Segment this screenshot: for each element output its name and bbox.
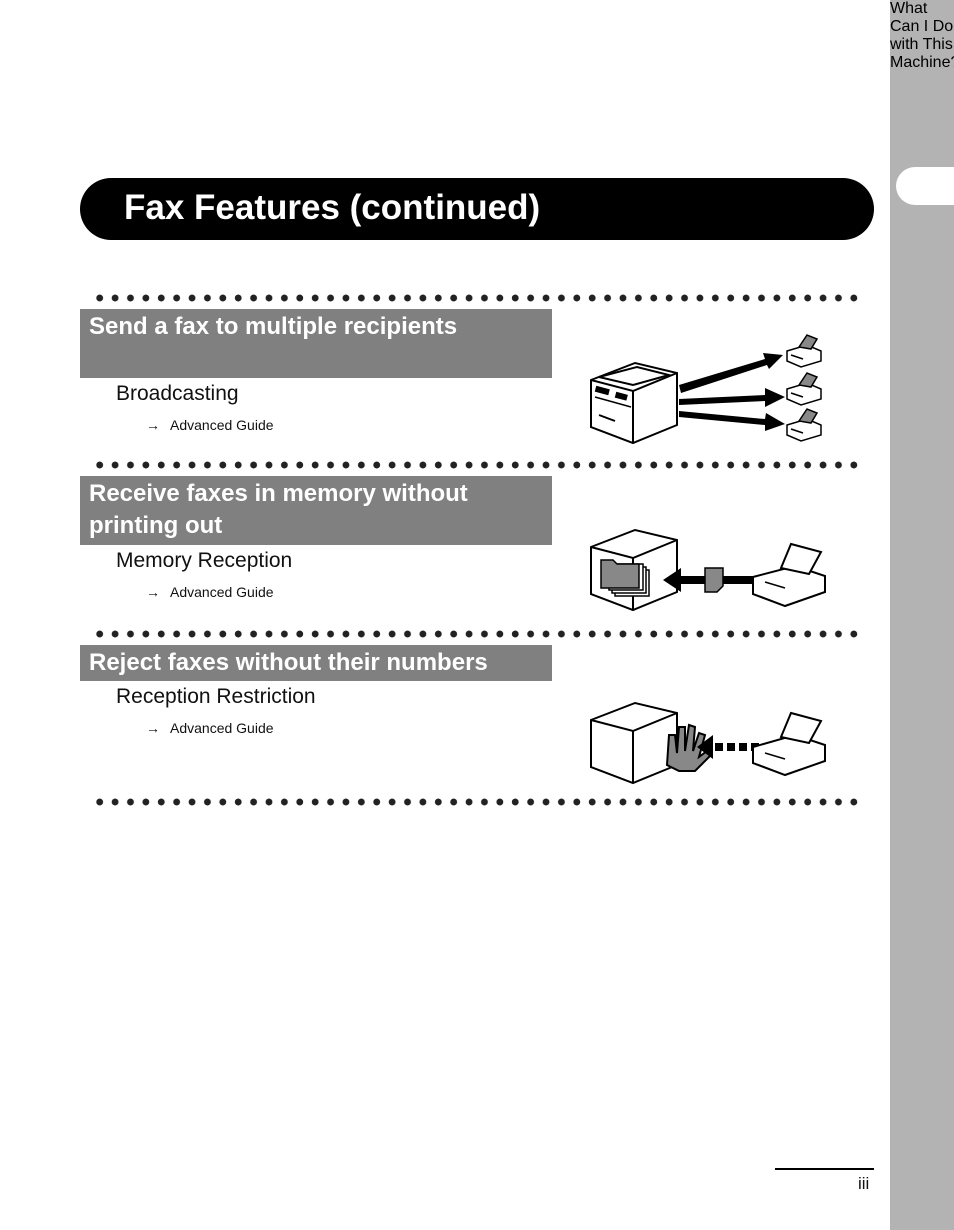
side-tab-notch: [896, 167, 954, 205]
side-tab-label: What Can I Do with This Machine?: [890, 0, 954, 71]
dotted-divider: [92, 630, 862, 638]
fax-machine-icon: [752, 711, 826, 777]
guide-reference[interactable]: → Advanced Guide: [146, 417, 274, 433]
guide-reference-label: Advanced Guide: [170, 720, 274, 736]
reception-restriction-illustration: [590, 701, 826, 785]
guide-reference[interactable]: → Advanced Guide: [146, 720, 274, 736]
broadcasting-illustration: [590, 334, 822, 445]
section-heading: Send a fax to multiple recipients: [80, 309, 552, 378]
fax-machine-icon: [786, 334, 822, 442]
arrow-right-icon: →: [146, 584, 160, 600]
multifunction-machine-icon: [590, 701, 678, 785]
feature-name: Reception Restriction: [116, 685, 316, 708]
fax-machine-icon: [752, 542, 826, 608]
dotted-divider: [92, 798, 862, 806]
broadcast-arrows: [679, 353, 785, 431]
page-title-bar: Fax Features (continued): [80, 178, 874, 240]
guide-reference[interactable]: → Advanced Guide: [146, 584, 274, 600]
arrow-right-icon: →: [146, 720, 160, 736]
section-heading: Reject faxes without their numbers: [80, 645, 552, 681]
feature-name: Broadcasting: [116, 382, 239, 405]
footer-rule: [775, 1168, 874, 1170]
chapter-side-tab: [890, 0, 954, 1230]
guide-reference-label: Advanced Guide: [170, 584, 274, 600]
guide-reference-label: Advanced Guide: [170, 417, 274, 433]
fax-document-icon: [704, 567, 724, 593]
dotted-divider: [92, 461, 862, 469]
section-heading: Receive faxes in memory without printing…: [80, 476, 552, 545]
arrow-right-icon: →: [146, 417, 160, 433]
memory-reception-illustration: [590, 528, 826, 612]
dotted-divider: [92, 294, 862, 302]
page-title: Fax Features (continued): [124, 188, 541, 227]
feature-name: Memory Reception: [116, 549, 293, 572]
multifunction-machine-icon: [590, 361, 678, 445]
page-number: iii: [858, 1174, 870, 1193]
